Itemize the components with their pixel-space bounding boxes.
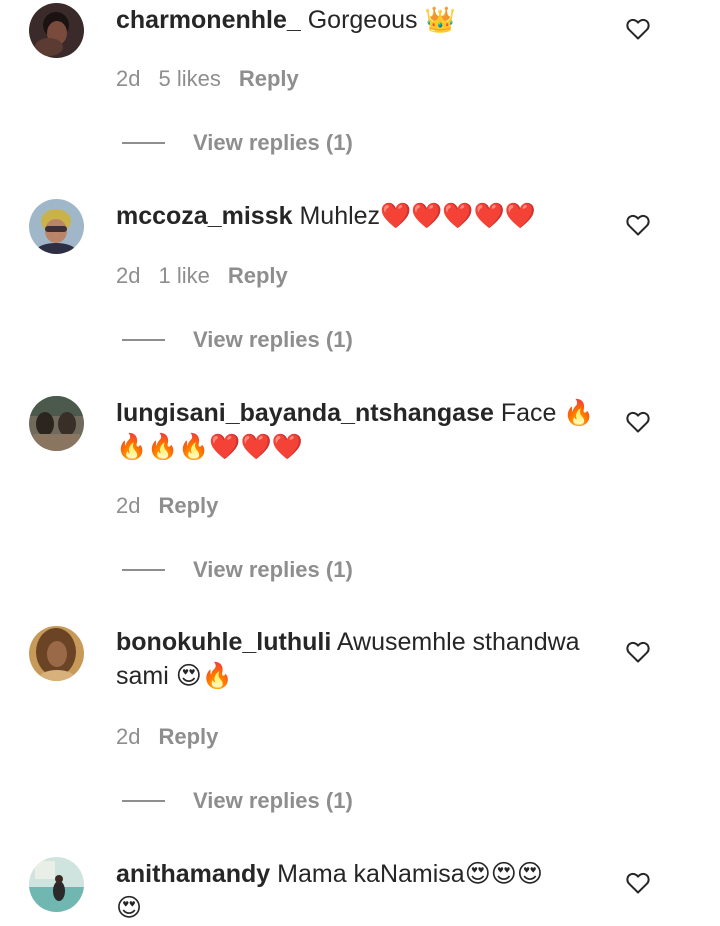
comment-emoji: 👑 <box>424 5 456 34</box>
comment-text: anithamandy Mama kaNamisa😍😍😍 😍 <box>116 857 606 925</box>
comment-body: Muhlez <box>292 202 381 230</box>
comment-time: 2d <box>116 66 141 91</box>
comment-text: lungisani_bayanda_ntshangase Face 🔥 🔥🔥🔥❤️… <box>116 396 606 464</box>
replies-divider <box>122 142 165 144</box>
reply-button[interactable]: Reply <box>239 66 299 91</box>
comment-emoji: 😍😍😍 <box>464 859 543 888</box>
comment-text: charmonenhle_ Gorgeous 👑 <box>116 3 606 37</box>
replies-divider <box>122 800 165 802</box>
comment-text: mccoza_missk Muhlez❤️❤️❤️❤️❤️ <box>116 199 606 233</box>
comment-text: bonokuhle_luthuli Awusemhle sthandwa sam… <box>116 626 606 693</box>
comment-emoji: 😍🔥 <box>175 661 233 690</box>
avatar[interactable] <box>29 626 84 681</box>
view-replies-button[interactable]: View replies (1) <box>122 128 353 158</box>
comment-meta: 2d 5 likes Reply <box>116 66 317 92</box>
view-replies-label: View replies (1) <box>193 327 353 352</box>
view-replies-label: View replies (1) <box>193 788 353 813</box>
like-heart-icon[interactable] <box>626 18 650 40</box>
replies-divider <box>122 569 165 571</box>
view-replies-button[interactable]: View replies (1) <box>122 786 353 816</box>
view-replies-label: View replies (1) <box>193 557 353 582</box>
avatar[interactable] <box>29 199 84 254</box>
avatar[interactable] <box>29 857 84 912</box>
avatar[interactable] <box>29 3 84 58</box>
like-heart-icon[interactable] <box>626 641 650 663</box>
comment-meta: 2d Reply <box>116 724 236 750</box>
comment-body: Mama kaNamisa <box>270 860 465 888</box>
comment-body: Gorgeous <box>300 6 425 34</box>
view-replies-button[interactable]: View replies (1) <box>122 325 353 355</box>
comment-emoji: ❤️❤️❤️❤️❤️ <box>380 201 536 230</box>
replies-divider <box>122 339 165 341</box>
comment-body: Face <box>493 399 564 427</box>
comment-emoji: 🔥 <box>563 398 595 427</box>
comment-likes[interactable]: 1 like <box>158 263 209 288</box>
comment-time: 2d <box>116 263 141 288</box>
reply-button[interactable]: Reply <box>158 724 218 749</box>
comment-time: 2d <box>116 493 141 518</box>
comment-username[interactable]: mccoza_missk <box>116 202 293 230</box>
comment-username[interactable]: lungisani_bayanda_ntshangase <box>116 399 494 427</box>
comment-likes[interactable]: 5 likes <box>158 66 220 91</box>
like-heart-icon[interactable] <box>626 411 650 433</box>
reply-button[interactable]: Reply <box>158 493 218 518</box>
view-replies-label: View replies (1) <box>193 130 353 155</box>
reply-button[interactable]: Reply <box>228 263 288 288</box>
comment-meta: 2d 1 like Reply <box>116 263 306 289</box>
view-replies-button[interactable]: View replies (1) <box>122 555 353 585</box>
comment-username[interactable]: anithamandy <box>116 860 270 888</box>
comment-meta: 2d Reply <box>116 493 236 519</box>
comment-time: 2d <box>116 724 141 749</box>
comments-feed: charmonenhle_ Gorgeous 👑 2d 5 likes Reply … <box>0 0 720 926</box>
like-heart-icon[interactable] <box>626 214 650 236</box>
comment-emoji-line2: 😍 <box>116 893 143 922</box>
comment-username[interactable]: charmonenhle_ <box>116 6 301 34</box>
avatar[interactable] <box>29 396 84 451</box>
like-heart-icon[interactable] <box>626 872 650 894</box>
comment-username[interactable]: bonokuhle_luthuli <box>116 628 331 656</box>
comment-emoji-line2: 🔥🔥🔥❤️❤️❤️ <box>116 432 303 461</box>
